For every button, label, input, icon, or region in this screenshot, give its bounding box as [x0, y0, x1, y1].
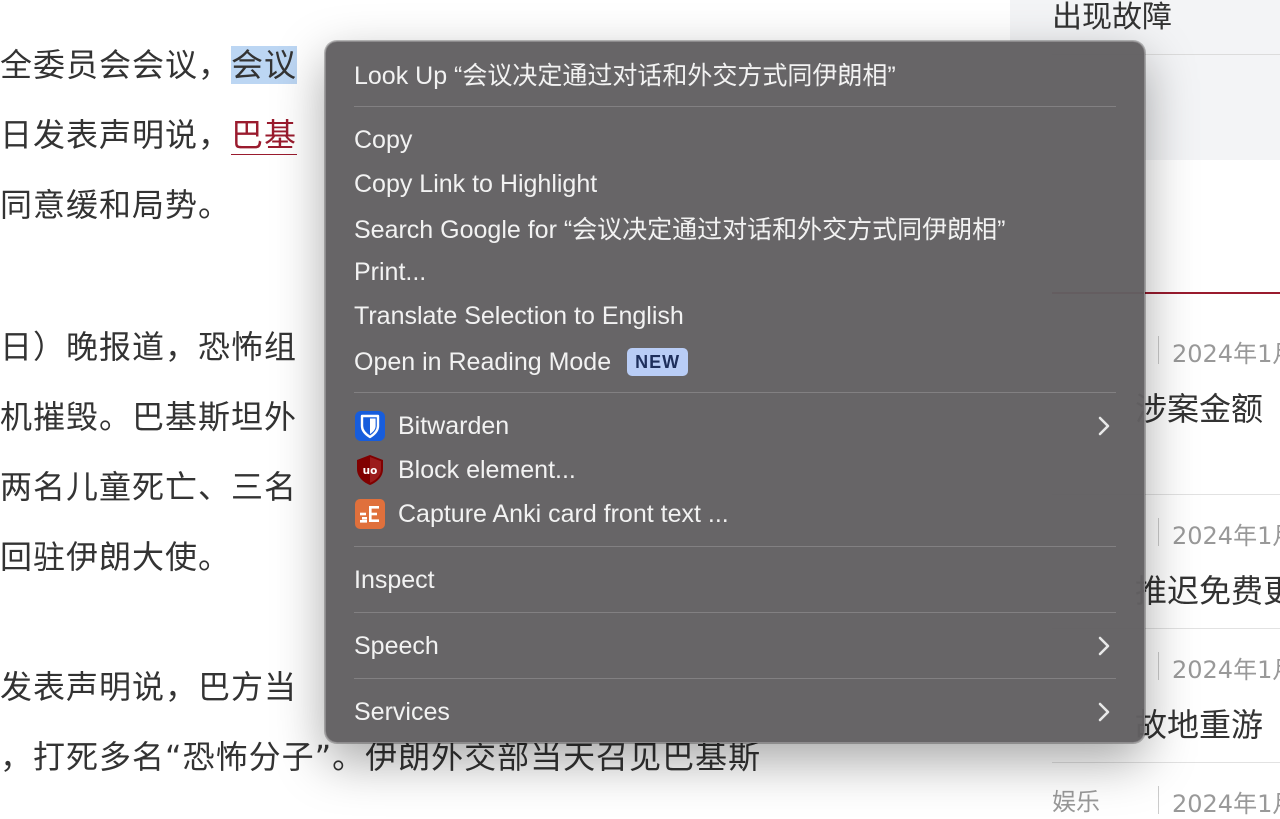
- ublock-icon: uo: [354, 454, 386, 486]
- menu-item-translate[interactable]: Translate Selection to English: [354, 296, 1116, 336]
- article-text: 发表声明说，巴方当: [0, 668, 298, 706]
- menu-separator: [354, 392, 1116, 393]
- chevron-right-icon: [1098, 416, 1110, 436]
- article-text: 回驻伊朗大使。: [0, 538, 232, 576]
- news-date: 2024年1月: [1172, 340, 1280, 368]
- menu-item-label: Translate Selection to English: [354, 301, 684, 330]
- menu-item-anki[interactable]: Capture Anki card front text ...: [354, 494, 1116, 534]
- news-headline[interactable]: 推迟免费更: [1135, 566, 1280, 612]
- divider: [1158, 652, 1159, 680]
- article-text: 日）晚报道，恐怖组: [0, 328, 298, 366]
- context-menu: Look Up “会议决定通过对话和外交方式同伊朗相” Copy Copy Li…: [325, 41, 1145, 743]
- menu-item-speech[interactable]: Speech: [354, 626, 1116, 666]
- divider: [1158, 518, 1159, 546]
- menu-item-copy[interactable]: Copy: [354, 120, 1116, 160]
- article-line-5: 机摧毁。巴基斯坦外: [0, 392, 297, 438]
- selected-text[interactable]: 会议: [231, 46, 298, 84]
- menu-item-inspect[interactable]: Inspect: [354, 560, 1116, 600]
- article-text: 机摧毁。巴基斯坦外: [0, 398, 298, 436]
- article-line-2: 日发表声明说，巴基: [0, 110, 298, 156]
- article-link[interactable]: 巴基: [231, 116, 298, 155]
- news-headline[interactable]: 故地重游: [1135, 700, 1263, 746]
- menu-item-label: Copy: [354, 125, 413, 154]
- menu-item-look-up[interactable]: Look Up “会议决定通过对话和外交方式同伊朗相”: [354, 54, 1116, 94]
- article-line-1: 全委员会会议，会议: [0, 40, 298, 86]
- menu-item-label: Speech: [354, 631, 439, 660]
- menu-item-reading-mode[interactable]: Open in Reading Mode NEW: [354, 342, 1116, 382]
- menu-item-bitwarden[interactable]: Bitwarden: [354, 406, 1116, 446]
- menu-item-label: Bitwarden: [398, 411, 510, 440]
- menu-item-label: Block element...: [398, 455, 576, 484]
- menu-item-label: Print...: [354, 257, 427, 286]
- menu-item-block-element[interactable]: uo Block element...: [354, 450, 1116, 490]
- menu-item-print[interactable]: Print...: [354, 252, 1116, 292]
- menu-separator: [354, 106, 1116, 107]
- menu-item-label: Services: [354, 697, 450, 726]
- menu-item-label: Look Up “会议决定通过对话和外交方式同伊朗相”: [354, 62, 896, 90]
- bitwarden-icon: [354, 410, 386, 442]
- article-line-4: 日）晚报道，恐怖组: [0, 322, 297, 368]
- menu-item-search-google[interactable]: Search Google for “会议决定通过对话和外交方式同伊朗相”: [354, 208, 1116, 248]
- article-line-3: 同意缓和局势。: [0, 180, 231, 226]
- menu-separator: [354, 678, 1116, 679]
- anki-icon: [354, 498, 386, 530]
- menu-item-services[interactable]: Services: [354, 692, 1116, 732]
- divider: [1158, 786, 1159, 814]
- news-date: 2024年1月1: [1172, 790, 1280, 818]
- chevron-right-icon: [1098, 702, 1110, 722]
- menu-separator: [354, 612, 1116, 613]
- menu-item-label: Open in Reading Mode: [354, 347, 612, 376]
- article-line-8: 发表声明说，巴方当: [0, 662, 297, 708]
- svg-text:uo: uo: [363, 465, 378, 477]
- menu-item-label: Capture Anki card front text ...: [398, 499, 729, 528]
- article-text: 同意缓和局势。: [0, 186, 232, 224]
- article-line-6: 两名儿童死亡、三名: [0, 462, 297, 508]
- divider: [1158, 336, 1159, 364]
- news-headline[interactable]: 涉案金额: [1135, 384, 1263, 430]
- chevron-right-icon: [1098, 636, 1110, 656]
- article-text: ，打死多名“恐怖分子”。伊朗外交部当天召见巴基斯: [0, 738, 762, 776]
- news-date: 2024年1月: [1172, 522, 1280, 550]
- menu-item-copy-link[interactable]: Copy Link to Highlight: [354, 164, 1116, 204]
- article-text: 全委员会会议，: [0, 46, 232, 84]
- article-text: 日发表声明说，: [0, 116, 232, 154]
- sidebar-top-title[interactable]: 出现故障: [1052, 0, 1172, 36]
- menu-item-label: Search Google for “会议决定通过对话和外交方式同伊朗相”: [354, 216, 1006, 244]
- menu-item-label: Inspect: [354, 565, 435, 594]
- article-line-7: 回驻伊朗大使。: [0, 532, 231, 578]
- article-text: 两名儿童死亡、三名: [0, 468, 298, 506]
- menu-item-label: Copy Link to Highlight: [354, 169, 598, 198]
- menu-separator: [354, 546, 1116, 547]
- new-badge: NEW: [627, 348, 689, 376]
- divider: [1052, 762, 1280, 763]
- news-date: 2024年1月: [1172, 656, 1280, 684]
